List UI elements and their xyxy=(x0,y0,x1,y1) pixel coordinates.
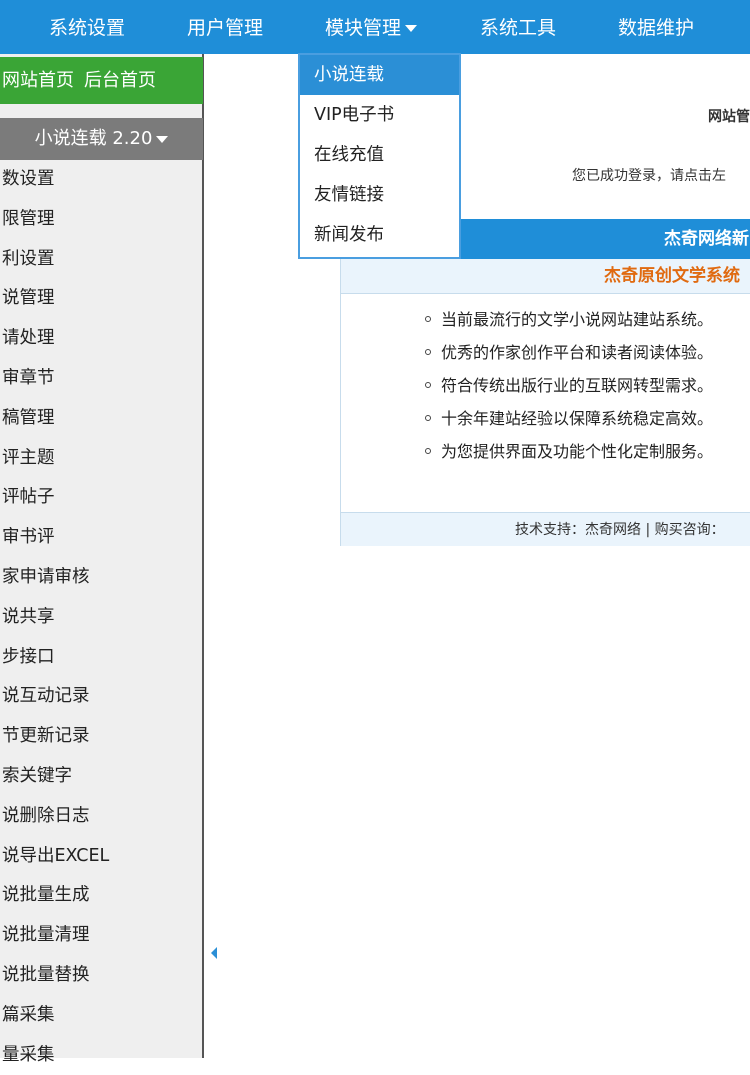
site-home-link[interactable]: 网站首页 xyxy=(2,70,74,91)
module-dropdown-menu: 小说连载 VIP电子书 在线充值 友情链接 新闻发布 xyxy=(298,53,461,259)
sidebar-item[interactable]: 限管理 xyxy=(0,200,202,240)
top-nav: 系统设置 用户管理 模块管理 系统工具 数据维护 xyxy=(0,0,750,54)
sidebar-item[interactable]: 请处理 xyxy=(0,319,202,359)
sidebar-item[interactable]: 步接口 xyxy=(0,638,202,678)
sidebar-item[interactable]: 利设置 xyxy=(0,240,202,280)
sidebar-item[interactable]: 索关键字 xyxy=(0,757,202,797)
dropdown-item-online-recharge[interactable]: 在线充值 xyxy=(300,135,459,175)
nav-user-management[interactable]: 用户管理 xyxy=(187,0,263,54)
sidebar-item[interactable]: 评帖子 xyxy=(0,478,202,518)
sidebar-collapse-icon[interactable] xyxy=(211,947,217,959)
bullet-icon xyxy=(425,447,431,454)
sidebar-item[interactable]: 说批量替换 xyxy=(0,956,202,996)
sidebar-module-header[interactable]: 小说连载 2.20 xyxy=(0,118,203,160)
dropdown-item-vip-ebook[interactable]: VIP电子书 xyxy=(300,95,459,135)
feature-item: 优秀的作家创作平台和读者阅读体验。 xyxy=(425,339,713,363)
sidebar-menu: 数设置 限管理 利设置 说管理 请处理 审章节 稿管理 评主题 评帖子 审书评 … xyxy=(0,160,202,1075)
sidebar-item[interactable]: 审书评 xyxy=(0,518,202,558)
chevron-down-icon xyxy=(156,135,169,143)
sidebar-item[interactable]: 节更新记录 xyxy=(0,717,202,757)
sidebar-item[interactable]: 说管理 xyxy=(0,279,202,319)
sidebar: 网站首页 后台首页 小说连载 2.20 数设置 限管理 利设置 说管理 请处理 审… xyxy=(0,54,204,1065)
sidebar-item[interactable]: 量采集 xyxy=(0,1036,202,1075)
feature-item: 当前最流行的文学小说网站建站系统。 xyxy=(425,306,713,330)
nav-system-settings[interactable]: 系统设置 xyxy=(49,0,125,54)
feature-text: 优秀的作家创作平台和读者阅读体验。 xyxy=(441,343,714,362)
nav-data-maintenance[interactable]: 数据维护 xyxy=(618,0,694,54)
sidebar-item[interactable]: 说共享 xyxy=(0,598,202,638)
nav-module-management-label: 模块管理 xyxy=(325,17,402,39)
sidebar-item[interactable]: 说导出EXCEL xyxy=(0,837,202,877)
feature-text: 当前最流行的文学小说网站建站系统。 xyxy=(441,310,714,329)
sidebar-item[interactable]: 数设置 xyxy=(0,160,202,200)
bullet-icon xyxy=(425,348,431,355)
feature-item: 为您提供界面及功能个性化定制服务。 xyxy=(425,438,713,462)
dropdown-item-novel-serial[interactable]: 小说连载 xyxy=(300,55,459,95)
chevron-down-icon xyxy=(405,25,418,32)
sidebar-quick-links: 网站首页 后台首页 xyxy=(0,57,203,104)
sidebar-item[interactable]: 说批量生成 xyxy=(0,876,202,916)
sidebar-item[interactable]: 家申请审核 xyxy=(0,558,202,598)
nav-system-tools[interactable]: 系统工具 xyxy=(480,0,556,54)
feature-text: 符合传统出版行业的互联网转型需求。 xyxy=(441,376,714,395)
sidebar-item[interactable]: 说互动记录 xyxy=(0,677,202,717)
bullet-icon xyxy=(425,381,431,388)
sidebar-item[interactable]: 篇采集 xyxy=(0,996,202,1036)
bullet-icon xyxy=(425,315,431,322)
admin-home-link[interactable]: 后台首页 xyxy=(84,70,156,91)
bullet-icon xyxy=(425,414,431,421)
info-panel: 杰奇原创文学系统 当前最流行的文学小说网站建站系统。 优秀的作家创作平台和读者阅… xyxy=(340,259,750,546)
nav-module-management[interactable]: 模块管理 xyxy=(325,0,418,54)
dropdown-item-friend-links[interactable]: 友情链接 xyxy=(300,175,459,215)
module-header-label: 小说连载 2.20 xyxy=(34,128,153,149)
panel-footer: 技术支持：杰奇网络 | 购买咨询： xyxy=(341,512,750,546)
sidebar-item[interactable]: 说批量清理 xyxy=(0,916,202,956)
sidebar-item[interactable]: 审章节 xyxy=(0,359,202,399)
feature-item: 十余年建站经验以保障系统稳定高效。 xyxy=(425,405,713,429)
page-heading: 网站管 xyxy=(708,109,750,125)
welcome-message: 您已成功登录，请点击左 xyxy=(572,168,726,184)
panel-title: 杰奇原创文学系统 xyxy=(341,259,750,294)
feature-text: 十余年建站经验以保障系统稳定高效。 xyxy=(441,409,714,428)
sidebar-item[interactable]: 稿管理 xyxy=(0,399,202,439)
sidebar-item[interactable]: 说删除日志 xyxy=(0,797,202,837)
feature-text: 为您提供界面及功能个性化定制服务。 xyxy=(441,442,714,461)
dropdown-item-news-publish[interactable]: 新闻发布 xyxy=(300,215,459,255)
sidebar-item[interactable]: 评主题 xyxy=(0,439,202,479)
feature-item: 符合传统出版行业的互联网转型需求。 xyxy=(425,372,713,396)
